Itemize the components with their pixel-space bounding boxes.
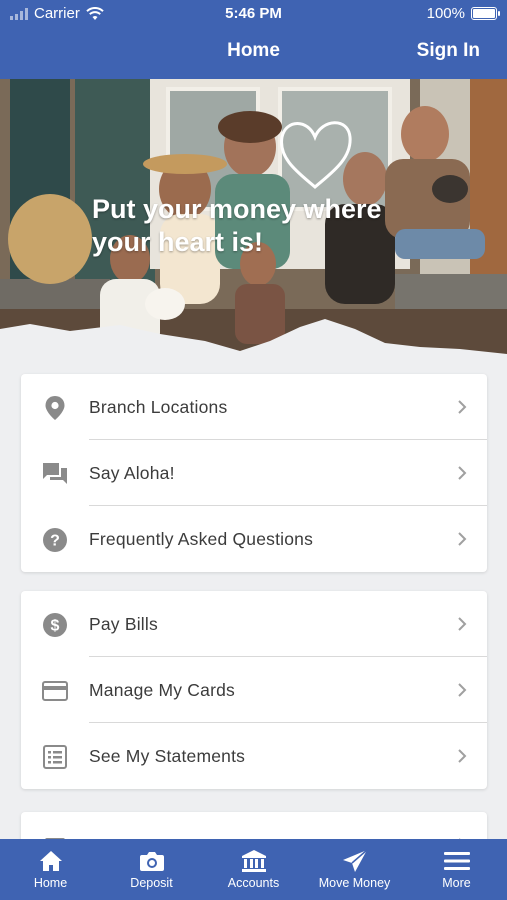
branch-locations-label: Branch Locations <box>89 396 228 417</box>
pay-bills-item[interactable]: $ Pay Bills <box>21 591 487 657</box>
say-aloha-item[interactable]: Say Aloha! <box>21 440 487 506</box>
send-icon <box>342 848 368 874</box>
battery-percent: 100% <box>426 5 465 22</box>
tab-deposit[interactable]: Deposit <box>101 839 202 900</box>
tab-accounts-label: Accounts <box>227 876 280 890</box>
statements-label: See My Statements <box>89 745 246 766</box>
branch-locations-item[interactable]: Branch Locations <box>21 374 487 440</box>
bank-icon <box>241 848 267 874</box>
credit-card-icon <box>41 677 69 705</box>
tab-move-money-label: Move Money <box>318 876 391 890</box>
battery-icon <box>471 7 500 20</box>
tab-home-label: Home <box>33 876 68 890</box>
chevron-right-icon <box>458 400 467 414</box>
tab-deposit-label: Deposit <box>130 876 173 890</box>
chevron-right-icon <box>458 749 467 763</box>
hero-headline-line-2: your heart is! <box>92 227 264 257</box>
pay-bills-label: Pay Bills <box>89 613 158 634</box>
statements-item[interactable]: See My Statements <box>21 723 487 789</box>
tab-move-money[interactable]: Move Money <box>304 839 405 900</box>
menu-icon <box>443 848 470 874</box>
sign-in-button[interactable]: Sign In <box>417 40 480 62</box>
say-aloha-label: Say Aloha! <box>89 462 175 483</box>
tab-home[interactable]: Home <box>0 839 101 900</box>
tab-accounts[interactable]: Accounts <box>203 839 304 900</box>
chevron-right-icon <box>458 466 467 480</box>
chat-icon <box>41 460 69 488</box>
info-card: Branch Locations Say Aloha! ? Frequently… <box>21 374 487 572</box>
faq-label: Frequently Asked Questions <box>89 528 314 549</box>
camera-icon <box>139 848 165 874</box>
hero-headline-line-1: Put your money where <box>92 194 382 224</box>
dollar-circle-icon: $ <box>41 611 69 639</box>
statement-list-icon <box>41 743 69 771</box>
help-circle-icon: ? <box>41 526 69 554</box>
tab-more[interactable]: More <box>406 839 507 900</box>
manage-cards-label: Manage My Cards <box>89 679 235 700</box>
hero-banner: Put your money where your heart is! <box>0 79 507 376</box>
chevron-right-icon <box>458 683 467 697</box>
location-pin-icon <box>41 394 69 422</box>
status-bar: Carrier 5:46 PM 100% <box>0 0 507 28</box>
tab-more-label: More <box>442 876 471 890</box>
chevron-right-icon <box>458 617 467 631</box>
svg-text:?: ? <box>50 533 60 550</box>
banking-card: $ Pay Bills Manage My Cards See My State… <box>21 591 487 789</box>
home-icon <box>39 848 63 874</box>
hero-headline: Put your money where your heart is! <box>92 193 422 259</box>
bottom-tab-bar: Home Deposit Accounts Move Money More <box>0 839 507 900</box>
chevron-right-icon <box>458 532 467 546</box>
manage-cards-item[interactable]: Manage My Cards <box>21 657 487 723</box>
top-bar: Carrier 5:46 PM 100% Home Sign In <box>0 0 507 79</box>
faq-item[interactable]: ? Frequently Asked Questions <box>21 506 487 572</box>
svg-text:$: $ <box>51 618 60 635</box>
